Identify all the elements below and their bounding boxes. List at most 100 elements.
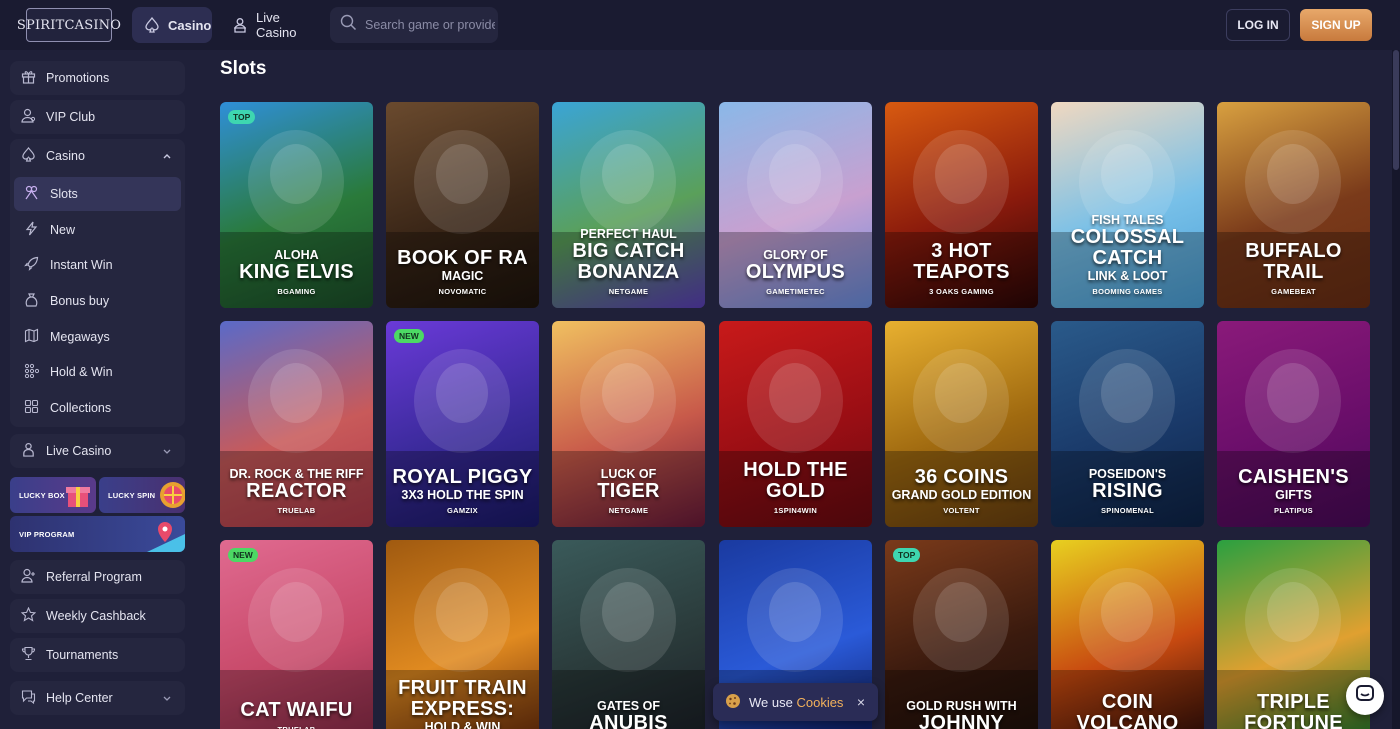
chevron-up-icon[interactable] [162,150,172,164]
game-title: RISING [1092,480,1163,502]
game-card[interactable]: 36 COINS GRAND GOLD EDITION VOLTENT [885,321,1038,527]
chevron-down-icon[interactable] [162,445,172,459]
sidebar-item-slots[interactable]: Slots [14,177,181,211]
sidebar-item-label: VIP Club [46,110,96,124]
game-badge: TOP [228,110,256,124]
game-title: 36 COINS [914,466,1009,488]
game-provider: BOOMING GAMES [1092,287,1163,296]
collections-icon [24,399,39,417]
game-card[interactable]: NEW ROYAL PIGGY 3X3 HOLD THE SPIN GAMZIX [386,321,539,527]
sidebar-item-referral-program[interactable]: Referral Program [10,560,185,594]
game-card[interactable]: POSEIDON'S RISING SPINOMENAL [1051,321,1204,527]
nav-casino[interactable]: Casino [132,7,212,43]
game-provider: TRUELAB [277,506,316,515]
game-provider: 1SPIN4WIN [773,506,818,515]
game-card[interactable]: PERFECT HAUL BIG CATCH BONANZA NETGAME [552,102,705,308]
game-card[interactable]: DR. ROCK & THE RIFF REACTOR TRUELAB [220,321,373,527]
signup-button[interactable]: SIGN UP [1300,9,1372,41]
game-subtitle: GIFTS [1275,488,1312,502]
rocket-icon [24,256,39,274]
game-subtitle: HOLD & WIN [424,720,501,729]
sidebar-item-label: Weekly Cashback [46,609,146,623]
game-provider: BGAMING [277,287,316,296]
game-card[interactable]: COIN VOLCANO [1051,540,1204,729]
chat-launcher-button[interactable] [1346,677,1384,715]
sidebar-item-new[interactable]: New [14,213,181,247]
sidebar-item-label: Collections [50,401,112,415]
game-card[interactable]: GATES OF ANUBIS [552,540,705,729]
sidebar-item-vip-club[interactable]: VIP Club [10,100,185,134]
nav-live-casino-label: Live Casino [256,10,297,40]
game-badge: NEW [394,329,424,343]
search-input[interactable] [365,18,495,32]
nav-live-casino[interactable]: Live Casino [220,7,324,43]
close-icon[interactable]: × [857,694,865,710]
game-subtitle: LUCK OF [600,467,657,481]
promo-lucky-box[interactable]: LUCKY BOX [10,477,96,513]
page-scrollbar[interactable] [1392,50,1400,729]
search-box[interactable] [330,7,498,43]
chat-icon [1355,684,1375,709]
referral-icon [21,568,36,586]
sidebar-item-weekly-cashback[interactable]: Weekly Cashback [10,599,185,633]
sidebar-item-bonus-buy[interactable]: Bonus buy [14,284,181,318]
game-provider: NOVOMATIC [438,287,487,296]
login-button[interactable]: LOG IN [1226,9,1290,41]
game-title: COLOSSAL CATCH [1070,226,1185,269]
game-provider: VOLTENT [943,506,980,515]
sidebar-item-label: Live Casino [46,444,112,458]
sidebar-item-help-center[interactable]: Help Center [10,681,185,715]
game-title: BOOK OF RA [397,247,528,269]
game-title-block: GLORY OF OLYMPUS GAMETIMETEC [719,248,872,296]
game-subtitle: GATES OF [597,699,660,713]
game-title: KING ELVIS [239,261,354,283]
search-icon [340,14,357,36]
sidebar-item-label: Referral Program [46,570,142,584]
promo-vip-program[interactable]: VIP PROGRAM [10,516,185,552]
game-card[interactable]: TOP GOLD RUSH WITH JOHNNY [885,540,1038,729]
game-card[interactable]: BUFFALO TRAIL GAMEBEAT [1217,102,1370,308]
cookies-link[interactable]: Cookies [796,695,843,710]
game-subtitle: GRAND GOLD EDITION [891,488,1032,502]
sidebar-item-casino[interactable]: Casino [10,139,185,173]
sidebar-item-live-casino[interactable]: Live Casino [10,434,185,468]
game-card[interactable]: NEW CAT WAIFU TRUELAB [220,540,373,729]
game-title: ANUBIS [589,712,668,729]
site-logo[interactable]: SPIRITCASINO [17,8,121,42]
sidebar-item-collections[interactable]: Collections [14,391,181,425]
cookie-icon [725,693,741,712]
sidebar-item-hold-win[interactable]: Hold & Win [14,355,181,389]
sidebar-item-label: Bonus buy [50,294,110,308]
game-title: ROYAL PIGGY [392,466,533,488]
game-card[interactable]: HOLD THE GOLD 1SPIN4WIN [719,321,872,527]
sidebar-item-label: Casino [46,149,85,163]
promo-lucky-spin[interactable]: LUCKY SPIN [99,477,185,513]
game-title-block: BOOK OF RA MAGIC NOVOMATIC [386,247,539,297]
game-title: REACTOR [246,480,347,502]
game-subtitle: ALOHA [274,248,319,262]
game-card[interactable]: 3 HOT TEAPOTS 3 OAKS GAMING [885,102,1038,308]
game-provider: NETGAME [608,287,649,296]
sidebar-item-instant-win[interactable]: Instant Win [14,248,181,282]
game-card[interactable]: LUCK OF TIGER NETGAME [552,321,705,527]
game-title-block: CAISHEN'S GIFTS PLATIPUS [1217,467,1370,516]
sidebar-item-promotions[interactable]: Promotions [10,61,185,95]
game-card[interactable]: CAISHEN'S GIFTS PLATIPUS [1217,321,1370,527]
chevron-down-icon[interactable] [162,692,172,706]
game-title: JOHNNY [918,712,1005,729]
game-card[interactable]: GLORY OF OLYMPUS GAMETIMETEC [719,102,872,308]
bonus-bag-icon [24,292,39,310]
game-card[interactable]: FRUIT TRAIN EXPRESS: HOLD & WIN [386,540,539,729]
scrollbar-thumb[interactable] [1393,50,1399,170]
game-title-block: FISH TALES COLOSSAL CATCH LINK & LOOT BOOMI… [1051,213,1204,296]
gift-box-icon [62,477,96,513]
game-card[interactable]: BOOK OF RA MAGIC NOVOMATIC [386,102,539,308]
game-card[interactable]: FISH TALES COLOSSAL CATCH LINK & LOOT BOOMI… [1051,102,1204,308]
top-header: SPIRITCASINO Casino Live Casino LOG IN S… [0,0,1400,50]
sidebar-item-tournaments[interactable]: Tournaments [10,638,185,672]
game-subtitle: DR. ROCK & THE RIFF [229,467,364,481]
sidebar-item-megaways[interactable]: Megaways [14,320,181,354]
game-card[interactable]: TOP ALOHA KING ELVIS BGAMING [220,102,373,308]
game-provider: GAMZIX [447,506,478,515]
game-title: HOLD THE GOLD [743,459,848,502]
